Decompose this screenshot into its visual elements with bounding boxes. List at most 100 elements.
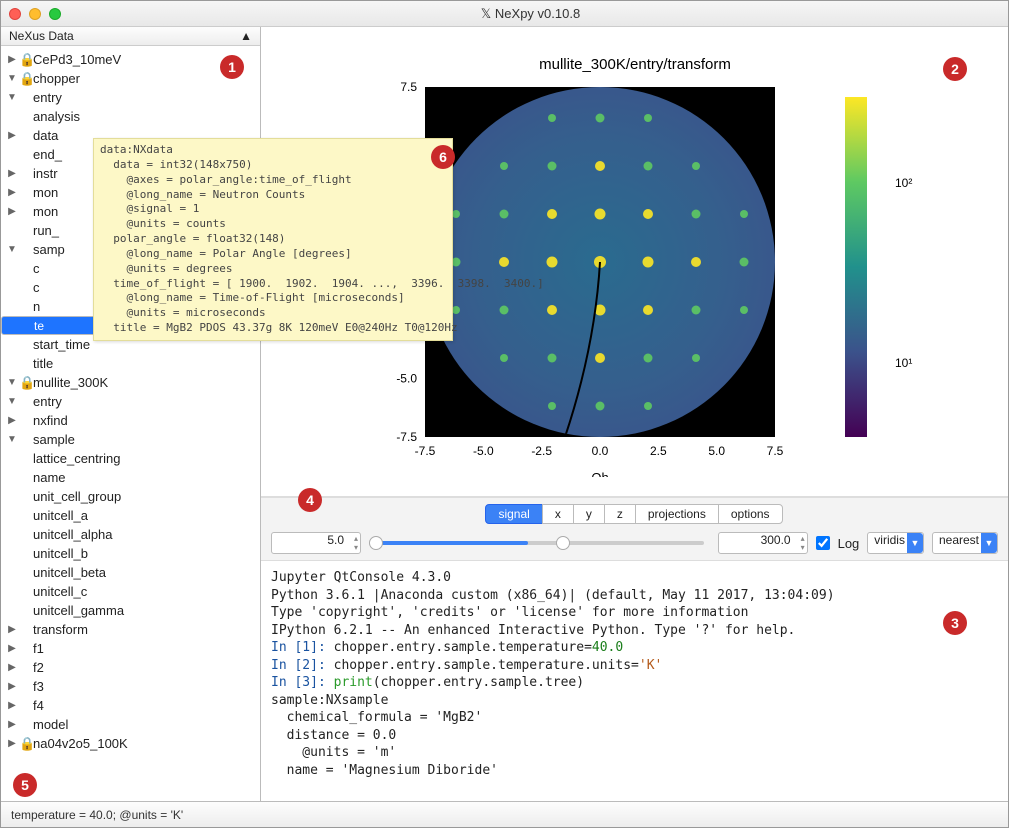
tree-item-label: unitcell_alpha <box>33 527 113 542</box>
svg-text:-2.5: -2.5 <box>531 444 552 458</box>
app-logo-glyph: 𝕏 <box>481 6 491 21</box>
tree-item-label: f3 <box>33 679 44 694</box>
tab-projections[interactable]: projections <box>635 504 719 524</box>
stepper-icon[interactable]: ▴▾ <box>354 534 358 552</box>
tree-row[interactable]: unitcell_c <box>1 582 260 601</box>
tree-row[interactable]: ▶f1 <box>1 639 260 658</box>
tab-options[interactable]: options <box>718 504 783 524</box>
tree-item-label: unitcell_beta <box>33 565 106 580</box>
disclosure-triangle-icon[interactable]: ▶ <box>5 187 19 198</box>
vmax-input[interactable]: 300.0 ▴▾ <box>718 532 808 554</box>
tree-row[interactable]: unit_cell_group <box>1 487 260 506</box>
tree-row[interactable]: name <box>1 468 260 487</box>
tree-item-label: sample <box>33 432 75 447</box>
close-icon[interactable] <box>9 8 21 20</box>
window-titlebar: 𝕏 NeXpy v0.10.8 <box>1 1 1008 27</box>
minimize-icon[interactable] <box>29 8 41 20</box>
tree-row[interactable]: ▶f2 <box>1 658 260 677</box>
tab-z[interactable]: z <box>604 504 636 524</box>
disclosure-triangle-icon[interactable]: ▶ <box>5 415 19 426</box>
svg-text:7.5: 7.5 <box>400 80 417 94</box>
slider-thumb-max[interactable] <box>556 536 570 550</box>
range-slider[interactable] <box>369 532 710 554</box>
disclosure-triangle-icon[interactable]: ▶ <box>5 662 19 673</box>
traffic-lights[interactable] <box>9 8 61 20</box>
tab-y[interactable]: y <box>573 504 605 524</box>
console-line: name = 'Magnesium Diboride' <box>271 763 498 778</box>
tree-row[interactable]: ▶nxfind <box>1 411 260 430</box>
console-line: sample:NXsample <box>271 693 388 708</box>
disclosure-triangle-icon[interactable]: ▶ <box>5 168 19 179</box>
stepper-icon[interactable]: ▴▾ <box>801 534 805 552</box>
tab-x[interactable]: x <box>542 504 574 524</box>
ipython-console[interactable]: Jupyter QtConsole 4.3.0 Python 3.6.1 |An… <box>261 561 1008 801</box>
sort-indicator-icon[interactable]: ▲ <box>240 29 252 43</box>
tree-row[interactable]: unitcell_alpha <box>1 525 260 544</box>
disclosure-triangle-icon[interactable]: ▶ <box>5 206 19 217</box>
disclosure-triangle-icon[interactable]: ▼ <box>5 377 19 388</box>
disclosure-triangle-icon[interactable]: ▶ <box>5 130 19 141</box>
tree-row[interactable]: ▼entry <box>1 392 260 411</box>
disclosure-triangle-icon[interactable]: ▼ <box>5 396 19 407</box>
tree-item-label: entry <box>33 90 62 105</box>
disclosure-triangle-icon[interactable]: ▼ <box>5 244 19 255</box>
tree-row[interactable]: ▼ sample <box>1 430 260 449</box>
slider-thumb-min[interactable] <box>369 536 383 550</box>
tree-item-label: instr <box>33 166 58 181</box>
disclosure-triangle-icon[interactable]: ▶ <box>5 624 19 635</box>
tree-item-label: c <box>33 280 40 295</box>
tree-item-label: lattice_centring <box>33 451 120 466</box>
tree-row[interactable]: ▶ f3 <box>1 677 260 696</box>
tree-row[interactable]: ▼🔒mullite_300K <box>1 373 260 392</box>
tree-item-label: unitcell_b <box>33 546 88 561</box>
tree-header[interactable]: NeXus Data ▲ <box>1 27 260 46</box>
tree-item-label: unit_cell_group <box>33 489 121 504</box>
vmin-input[interactable]: 5.0 ▴▾ <box>271 532 361 554</box>
zoom-icon[interactable] <box>49 8 61 20</box>
interp-select[interactable]: nearest ▼ <box>932 532 998 554</box>
svg-text:-7.5: -7.5 <box>414 444 435 458</box>
tree-row[interactable]: unitcell_gamma <box>1 601 260 620</box>
disclosure-triangle-icon[interactable]: ▶ <box>5 738 19 749</box>
colorbar <box>845 97 867 437</box>
app-title-text: NeXpy v0.10.8 <box>495 6 580 21</box>
window-title: 𝕏 NeXpy v0.10.8 <box>61 6 1000 22</box>
svg-text:-7.5: -7.5 <box>396 430 417 444</box>
disclosure-triangle-icon[interactable]: ▼ <box>5 73 19 84</box>
lock-icon: 🔒 <box>19 736 33 752</box>
tree-row[interactable]: unitcell_a <box>1 506 260 525</box>
disclosure-triangle-icon[interactable]: ▶ <box>5 643 19 654</box>
log-checkbox[interactable] <box>816 536 830 550</box>
svg-text:2.5: 2.5 <box>649 444 666 458</box>
control-tabbar[interactable]: signalxyzprojectionsoptions <box>271 504 998 524</box>
tree-row[interactable]: lattice_centring <box>1 449 260 468</box>
colormap-select[interactable]: viridis ▼ <box>867 532 924 554</box>
tree-row[interactable]: ▼ entry <box>1 88 260 107</box>
disclosure-triangle-icon[interactable]: ▶ <box>5 719 19 730</box>
tree-row[interactable]: unitcell_beta <box>1 563 260 582</box>
tree-item-label: transform <box>33 622 88 637</box>
disclosure-triangle-icon[interactable]: ▶ <box>5 54 19 65</box>
tree-row[interactable]: ▶model <box>1 715 260 734</box>
tree-item-label: samp <box>33 242 65 257</box>
console-prompt: In [1]: <box>271 640 334 655</box>
console-line: @units = 'm' <box>271 745 396 760</box>
disclosure-triangle-icon[interactable]: ▼ <box>5 92 19 103</box>
tree-row[interactable]: title <box>1 354 260 373</box>
tab-signal[interactable]: signal <box>485 504 542 524</box>
tree-row[interactable]: ▶f4 <box>1 696 260 715</box>
disclosure-triangle-icon[interactable]: ▶ <box>5 681 19 692</box>
vmax-value: 300.0 <box>761 533 791 547</box>
tree-row[interactable]: analysis <box>1 107 260 126</box>
tree-row[interactable]: ▶ transform <box>1 620 260 639</box>
colorbar-tick: 10¹ <box>895 356 912 370</box>
colormap-value: viridis <box>874 533 905 547</box>
tree-header-label: NeXus Data <box>9 29 74 43</box>
callout-4: 4 <box>298 488 322 512</box>
tree-item-label: start_time <box>33 337 90 352</box>
disclosure-triangle-icon[interactable]: ▼ <box>5 434 19 445</box>
disclosure-triangle-icon[interactable]: ▶ <box>5 700 19 711</box>
tree-row[interactable]: unitcell_b <box>1 544 260 563</box>
log-label: Log <box>838 536 860 551</box>
tree-row[interactable]: ▶🔒na04v2o5_100K <box>1 734 260 753</box>
